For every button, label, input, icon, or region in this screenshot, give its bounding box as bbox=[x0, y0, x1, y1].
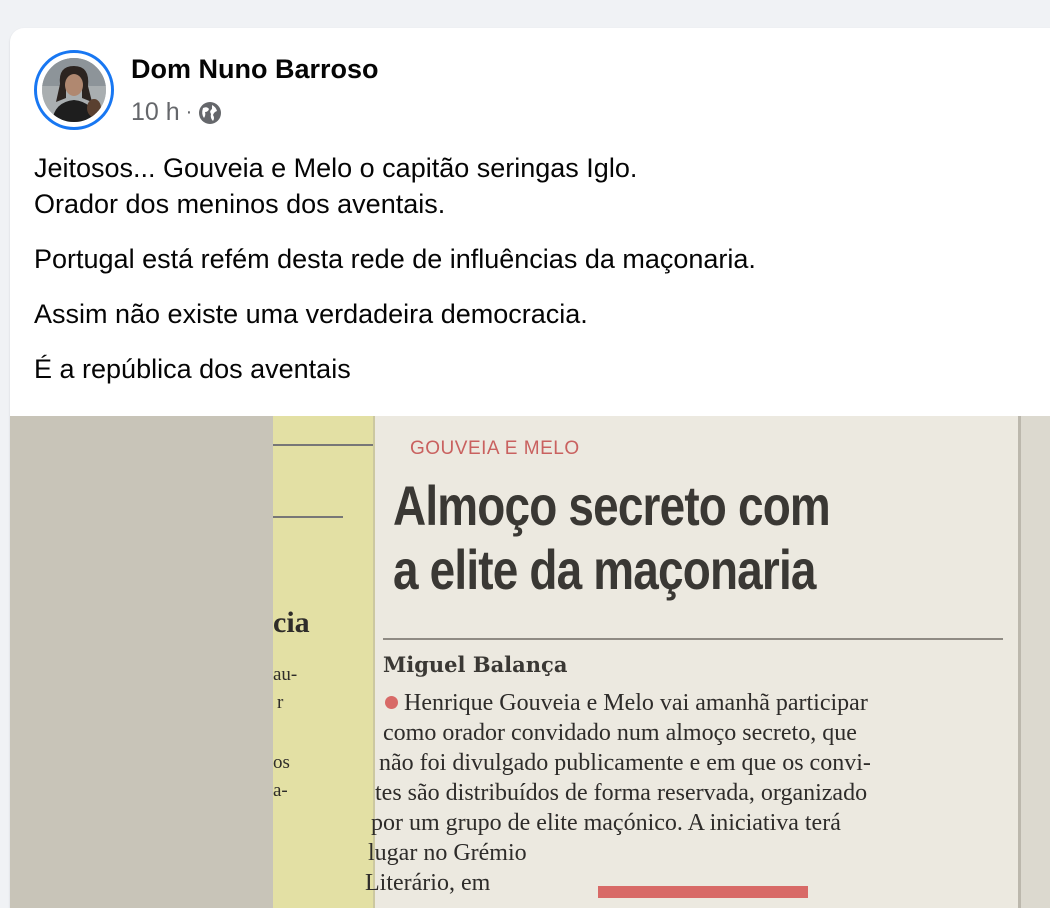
left-column-line: os bbox=[273, 752, 290, 773]
meta-separator: · bbox=[185, 101, 193, 123]
post-timestamp[interactable]: 10 h bbox=[131, 98, 180, 127]
author-name[interactable]: Dom Nuno Barroso bbox=[131, 54, 379, 85]
headline-line: Almoço secreto com bbox=[393, 474, 831, 537]
post-paragraph: Portugal está refém desta rede de influê… bbox=[34, 244, 756, 274]
right-column-edge bbox=[1018, 416, 1050, 908]
left-column-line: au- bbox=[273, 664, 298, 685]
article-line: como orador convidado num almoço secreto… bbox=[383, 720, 857, 746]
article-line: Henrique Gouveia e Melo vai amanhã parti… bbox=[363, 688, 1013, 718]
article-line: lugar no Grémio bbox=[368, 840, 527, 866]
avatar-photo bbox=[42, 58, 106, 122]
headline-line: a elite da maçonaria bbox=[393, 538, 816, 601]
author-avatar[interactable] bbox=[34, 50, 114, 130]
globe-icon[interactable] bbox=[198, 101, 222, 125]
article-kicker: GOUVEIA E MELO bbox=[410, 438, 580, 459]
post-photo[interactable]: cia au- r os a- GOUVEIA E MELO Almoço se… bbox=[10, 416, 1050, 908]
article-line: por um grupo de elite maçónico. A inicia… bbox=[371, 810, 841, 836]
article-line: não foi divulgado publicamente e em que … bbox=[379, 750, 871, 776]
left-column-line: r bbox=[277, 692, 284, 713]
left-column-line: a- bbox=[273, 780, 288, 801]
article-body: Henrique Gouveia e Melo vai amanhã parti… bbox=[363, 688, 1013, 898]
article-byline: Miguel Balança bbox=[383, 652, 568, 677]
newspaper-clipping: cia au- r os a- GOUVEIA E MELO Almoço se… bbox=[273, 416, 1050, 908]
article-line: tes são distribuídos de forma reservada,… bbox=[375, 780, 868, 806]
divider bbox=[383, 638, 1003, 640]
post-paragraph: Assim não existe uma verdadeira democrac… bbox=[34, 299, 588, 329]
left-column-heading: cia bbox=[273, 606, 310, 639]
post-body: Jeitosos... Gouveia e Melo o capitão ser… bbox=[34, 150, 994, 406]
post-header: Dom Nuno Barroso 10 h · bbox=[34, 50, 634, 132]
post-card: Dom Nuno Barroso 10 h · Jeitosos... Gouv… bbox=[10, 28, 1050, 908]
article-line-text: Henrique Gouveia e Melo vai amanhã parti… bbox=[404, 690, 868, 716]
person-silhouette-icon bbox=[42, 58, 106, 122]
post-paragraph: É a república dos aventais bbox=[34, 354, 351, 384]
left-column: cia au- r os a- bbox=[273, 416, 375, 908]
post-paragraph: Jeitosos... Gouveia e Melo o capitão ser… bbox=[34, 153, 638, 219]
article-headline: Almoço secreto com a elite da maçonaria bbox=[393, 474, 831, 602]
post-meta: 10 h · bbox=[131, 98, 222, 127]
bullet-dot-icon bbox=[385, 696, 398, 709]
